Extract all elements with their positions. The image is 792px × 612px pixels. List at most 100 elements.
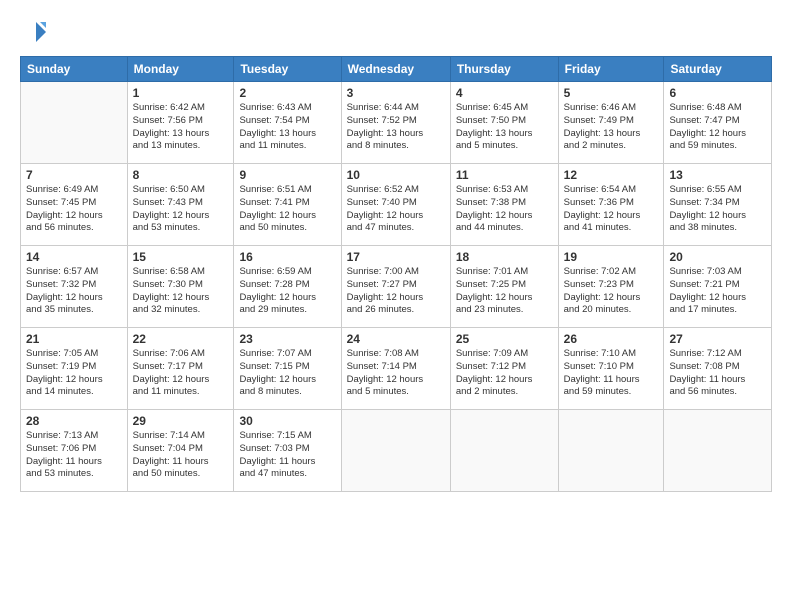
day-number: 16: [239, 250, 335, 264]
day-info: Sunrise: 7:07 AM Sunset: 7:15 PM Dayligh…: [239, 348, 335, 399]
calendar-cell: 13Sunrise: 6:55 AM Sunset: 7:34 PM Dayli…: [664, 164, 772, 246]
day-info: Sunrise: 6:48 AM Sunset: 7:47 PM Dayligh…: [669, 102, 766, 153]
day-number: 1: [133, 86, 229, 100]
day-number: 4: [456, 86, 553, 100]
day-number: 5: [564, 86, 659, 100]
day-info: Sunrise: 7:12 AM Sunset: 7:08 PM Dayligh…: [669, 348, 766, 399]
calendar-cell: 28 Sunrise: 7:13 AM Sunset: 7:06 PM Dayli…: [21, 410, 128, 492]
calendar-cell: 17 Sunrise: 7:00 AM Sunset: 7:27 PM Dayli…: [341, 246, 450, 328]
day-info: Sunrise: 6:50 AM Sunset: 7:43 PM Dayligh…: [133, 184, 229, 235]
day-number: 29: [133, 414, 229, 428]
day-info: Sunrise: 7:06 AM Sunset: 7:17 PM Dayligh…: [133, 348, 229, 399]
day-number: 3: [347, 86, 445, 100]
calendar-cell: 19 Sunrise: 7:02 AM Sunset: 7:23 PM Dayli…: [558, 246, 664, 328]
day-number: 9: [239, 168, 335, 182]
calendar-cell: 6 Sunrise: 6:48 AM Sunset: 7:47 PM Daylig…: [664, 82, 772, 164]
weekday-header-sunday: Sunday: [21, 57, 128, 82]
day-info: Sunrise: 7:01 AM Sunset: 7:25 PM Dayligh…: [456, 266, 553, 317]
calendar-week-1: 1 Sunrise: 6:42 AM Sunset: 7:56 PM Daylig…: [21, 82, 772, 164]
day-info: Sunrise: 7:10 AM Sunset: 7:10 PM Dayligh…: [564, 348, 659, 399]
calendar-week-4: 21 Sunrise: 7:05 AM Sunset: 7:19 PM Dayli…: [21, 328, 772, 410]
calendar-cell: 23 Sunrise: 7:07 AM Sunset: 7:15 PM Dayli…: [234, 328, 341, 410]
day-number: 19: [564, 250, 659, 264]
page: SundayMondayTuesdayWednesdayThursdayFrid…: [0, 0, 792, 612]
day-number: 6: [669, 86, 766, 100]
day-number: 21: [26, 332, 122, 346]
day-info: Sunrise: 7:15 AM Sunset: 7:03 PM Dayligh…: [239, 430, 335, 481]
day-info: Sunrise: 7:09 AM Sunset: 7:12 PM Dayligh…: [456, 348, 553, 399]
logo: [20, 18, 52, 46]
calendar-cell: 20Sunrise: 7:03 AM Sunset: 7:21 PM Dayli…: [664, 246, 772, 328]
calendar-cell: 16 Sunrise: 6:59 AM Sunset: 7:28 PM Dayli…: [234, 246, 341, 328]
day-info: Sunrise: 6:59 AM Sunset: 7:28 PM Dayligh…: [239, 266, 335, 317]
day-info: Sunrise: 6:45 AM Sunset: 7:50 PM Dayligh…: [456, 102, 553, 153]
calendar-cell: 21 Sunrise: 7:05 AM Sunset: 7:19 PM Dayli…: [21, 328, 128, 410]
weekday-header-friday: Friday: [558, 57, 664, 82]
calendar-cell: 8 Sunrise: 6:50 AM Sunset: 7:43 PM Daylig…: [127, 164, 234, 246]
day-info: Sunrise: 6:42 AM Sunset: 7:56 PM Dayligh…: [133, 102, 229, 153]
calendar-cell: 9 Sunrise: 6:51 AM Sunset: 7:41 PM Daylig…: [234, 164, 341, 246]
calendar-cell: 24 Sunrise: 7:08 AM Sunset: 7:14 PM Dayli…: [341, 328, 450, 410]
weekday-header-thursday: Thursday: [450, 57, 558, 82]
day-info: Sunrise: 6:46 AM Sunset: 7:49 PM Dayligh…: [564, 102, 659, 153]
day-number: 10: [347, 168, 445, 182]
calendar-cell: 29Sunrise: 7:14 AM Sunset: 7:04 PM Dayli…: [127, 410, 234, 492]
day-info: Sunrise: 7:02 AM Sunset: 7:23 PM Dayligh…: [564, 266, 659, 317]
calendar-cell: 12Sunrise: 6:54 AM Sunset: 7:36 PM Dayli…: [558, 164, 664, 246]
calendar-cell: 22 Sunrise: 7:06 AM Sunset: 7:17 PM Dayli…: [127, 328, 234, 410]
calendar-cell: 3 Sunrise: 6:44 AM Sunset: 7:52 PM Daylig…: [341, 82, 450, 164]
day-number: 8: [133, 168, 229, 182]
weekday-header-monday: Monday: [127, 57, 234, 82]
day-info: Sunrise: 7:00 AM Sunset: 7:27 PM Dayligh…: [347, 266, 445, 317]
calendar-cell: 15Sunrise: 6:58 AM Sunset: 7:30 PM Dayli…: [127, 246, 234, 328]
day-info: Sunrise: 6:52 AM Sunset: 7:40 PM Dayligh…: [347, 184, 445, 235]
calendar-cell: [450, 410, 558, 492]
day-info: Sunrise: 7:13 AM Sunset: 7:06 PM Dayligh…: [26, 430, 122, 481]
weekday-header-wednesday: Wednesday: [341, 57, 450, 82]
day-number: 24: [347, 332, 445, 346]
calendar-table: SundayMondayTuesdayWednesdayThursdayFrid…: [20, 56, 772, 492]
day-number: 2: [239, 86, 335, 100]
calendar-cell: 27 Sunrise: 7:12 AM Sunset: 7:08 PM Dayli…: [664, 328, 772, 410]
day-info: Sunrise: 6:44 AM Sunset: 7:52 PM Dayligh…: [347, 102, 445, 153]
day-number: 25: [456, 332, 553, 346]
calendar-cell: 5 Sunrise: 6:46 AM Sunset: 7:49 PM Daylig…: [558, 82, 664, 164]
weekday-header-saturday: Saturday: [664, 57, 772, 82]
calendar-cell: [21, 82, 128, 164]
calendar-week-5: 28 Sunrise: 7:13 AM Sunset: 7:06 PM Dayli…: [21, 410, 772, 492]
day-number: 17: [347, 250, 445, 264]
calendar-cell: [558, 410, 664, 492]
calendar-cell: 26 Sunrise: 7:10 AM Sunset: 7:10 PM Dayli…: [558, 328, 664, 410]
calendar-cell: 18 Sunrise: 7:01 AM Sunset: 7:25 PM Dayli…: [450, 246, 558, 328]
day-number: 20: [669, 250, 766, 264]
calendar-cell: 4 Sunrise: 6:45 AM Sunset: 7:50 PM Daylig…: [450, 82, 558, 164]
calendar-week-3: 14Sunrise: 6:57 AM Sunset: 7:32 PM Dayli…: [21, 246, 772, 328]
day-info: Sunrise: 6:49 AM Sunset: 7:45 PM Dayligh…: [26, 184, 122, 235]
day-number: 30: [239, 414, 335, 428]
calendar-week-2: 7 Sunrise: 6:49 AM Sunset: 7:45 PM Daylig…: [21, 164, 772, 246]
calendar-cell: 10 Sunrise: 6:52 AM Sunset: 7:40 PM Dayli…: [341, 164, 450, 246]
day-info: Sunrise: 6:55 AM Sunset: 7:34 PM Dayligh…: [669, 184, 766, 235]
calendar-cell: 14Sunrise: 6:57 AM Sunset: 7:32 PM Dayli…: [21, 246, 128, 328]
header: [20, 18, 772, 46]
calendar-cell: 11 Sunrise: 6:53 AM Sunset: 7:38 PM Dayli…: [450, 164, 558, 246]
day-number: 15: [133, 250, 229, 264]
calendar-cell: 2Sunrise: 6:43 AM Sunset: 7:54 PM Daylig…: [234, 82, 341, 164]
day-number: 28: [26, 414, 122, 428]
day-number: 7: [26, 168, 122, 182]
calendar-cell: [664, 410, 772, 492]
day-number: 27: [669, 332, 766, 346]
calendar-cell: 30 Sunrise: 7:15 AM Sunset: 7:03 PM Dayli…: [234, 410, 341, 492]
day-number: 12: [564, 168, 659, 182]
day-number: 18: [456, 250, 553, 264]
day-number: 23: [239, 332, 335, 346]
day-info: Sunrise: 7:08 AM Sunset: 7:14 PM Dayligh…: [347, 348, 445, 399]
day-number: 26: [564, 332, 659, 346]
calendar-cell: 7 Sunrise: 6:49 AM Sunset: 7:45 PM Daylig…: [21, 164, 128, 246]
day-info: Sunrise: 6:51 AM Sunset: 7:41 PM Dayligh…: [239, 184, 335, 235]
day-number: 22: [133, 332, 229, 346]
day-number: 11: [456, 168, 553, 182]
calendar-cell: [341, 410, 450, 492]
day-info: Sunrise: 7:05 AM Sunset: 7:19 PM Dayligh…: [26, 348, 122, 399]
day-info: Sunrise: 6:53 AM Sunset: 7:38 PM Dayligh…: [456, 184, 553, 235]
